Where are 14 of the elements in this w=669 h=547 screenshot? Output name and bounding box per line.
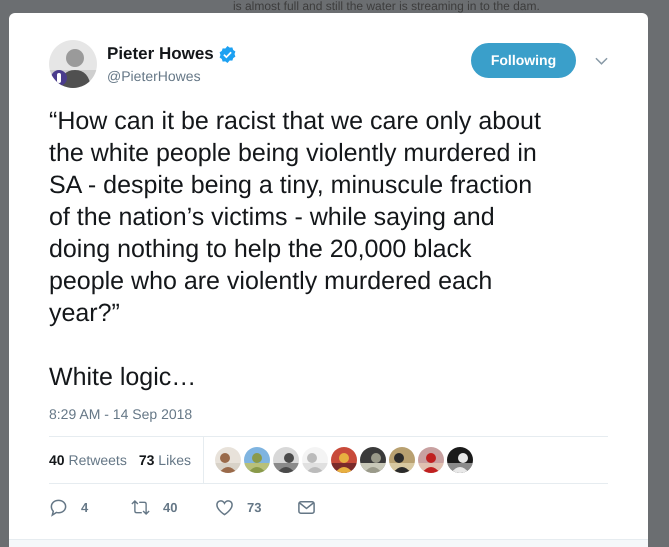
action-count: 73 (247, 500, 262, 515)
heart-icon[interactable] (215, 498, 234, 517)
author-name[interactable]: Pieter Howes (107, 44, 214, 64)
chevron-down-icon[interactable] (595, 57, 608, 65)
action-count: 4 (81, 500, 88, 515)
author-handle[interactable]: @PieterHowes (107, 68, 471, 84)
reply-icon[interactable] (49, 498, 68, 517)
action-count: 40 (163, 500, 178, 515)
tweet-text: “How can it be racist that we care only about the white people being violently murdered in SA - despite being a tiny, minuscule fraction of the nation’s victims - while saying and doing nothing to help the 20,000 black people who are violently murdered each year?” White logic… (49, 106, 542, 393)
mail-icon[interactable] (297, 498, 316, 517)
timestamp[interactable]: 8:29 AM - 14 Sep 2018 (49, 406, 192, 422)
stat-link[interactable]: 40 Retweets (49, 452, 127, 468)
stat-link[interactable]: 73 Likes (138, 452, 191, 468)
retweet-icon[interactable] (131, 498, 150, 517)
